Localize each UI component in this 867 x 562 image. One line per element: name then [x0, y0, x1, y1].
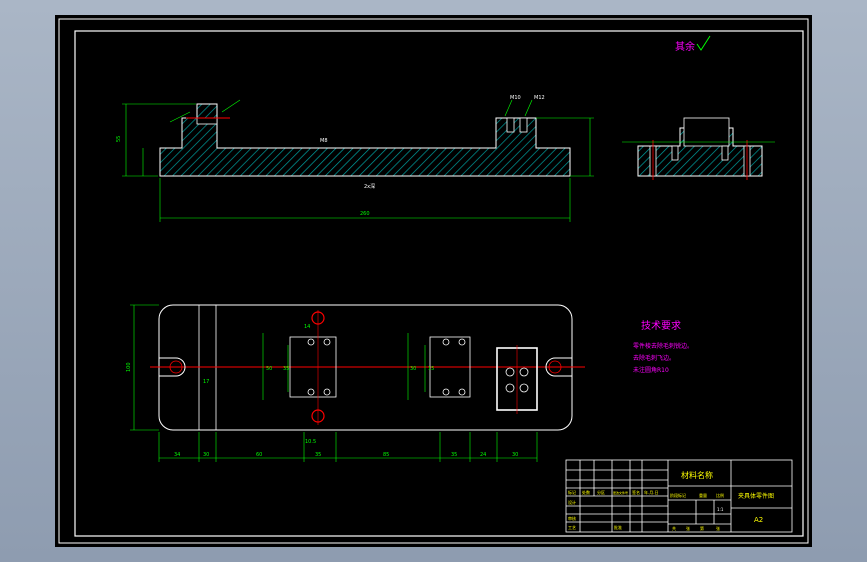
surface-finish-text: 其余 [675, 40, 695, 53]
tb-row-0: 标记 [568, 489, 576, 495]
tb-bottom-0: 共 [672, 525, 676, 531]
tb-approve: 批准 [614, 524, 622, 530]
drawing-sheet [55, 15, 812, 547]
front-note-3: M10 [510, 95, 521, 101]
front-slot-left [196, 117, 218, 125]
tech-item-1: 零件棱去除毛刺锐边。 [633, 342, 693, 350]
tb-col-4: 年.月.日 [644, 489, 659, 495]
plan-misc-label-2: 10.5 [305, 439, 316, 445]
tb-bottom-1: 张 [686, 525, 690, 531]
chain-label-2: 60 [256, 452, 262, 458]
chain-label-0: 34 [174, 452, 180, 458]
chain-label-7: 30 [512, 452, 518, 458]
tb-sheet-size: A2 [754, 516, 763, 524]
front-note-1: M8 [320, 138, 328, 144]
chain-label-3: 35 [315, 452, 321, 458]
front-bore-2 [519, 117, 528, 133]
chain-label-5: 35 [451, 452, 457, 458]
side-bore-2 [671, 145, 679, 161]
front-note-4: M12 [534, 95, 545, 101]
tb-row-3: 工艺 [568, 525, 576, 530]
front-note-2: 2x深 [364, 183, 375, 190]
tb-stage-label-2: 比例 [716, 492, 724, 498]
front-bore-1 [506, 117, 515, 133]
plan-dim-width-label: 100 [126, 362, 132, 372]
tb-col-0: 处数 [582, 489, 590, 495]
chain-label-4: 85 [383, 452, 389, 458]
tb-drawing-name: 夹具体零件图 [738, 492, 774, 500]
tech-item-2: 去除毛刺飞边。 [633, 354, 675, 362]
tb-stage-label-0: 阶段标记 [670, 492, 686, 498]
plan-vdim-label-3: 30 [410, 366, 416, 372]
tech-title: 技术要求 [641, 319, 681, 332]
chain-label-6: 24 [480, 452, 486, 458]
tb-bottom-2: 第 [700, 525, 704, 531]
tb-stage-label-1: 重量 [699, 492, 707, 498]
dim-height-label: 55 [116, 136, 122, 142]
chain-label-1: 30 [203, 452, 209, 458]
tb-scale: 1:1 [717, 507, 724, 512]
plan-misc-label-1: 17 [203, 379, 209, 385]
tb-row-2: 审核 [568, 515, 576, 521]
tb-row-1: 设计 [568, 499, 576, 505]
dim-length-label: 260 [360, 211, 370, 217]
tb-material-header: 材料名称 [681, 470, 713, 480]
side-bore-3 [721, 145, 729, 161]
plan-vdim-label-0: 14 [304, 324, 310, 330]
plan-vdim-label-2: 35 [283, 366, 289, 372]
plan-vdim-label-1: 50 [266, 366, 272, 372]
cad-viewport: 其余 55 260 M8 2x深 M10 M12 100 50 35 30 15… [0, 0, 867, 562]
tb-col-3: 签名 [632, 489, 640, 495]
tb-col-1: 分区 [597, 489, 605, 495]
tb-col-2: 更改文件号 [613, 490, 628, 495]
tech-item-3: 未注圆角R10 [633, 366, 669, 374]
tb-bottom-3: 张 [716, 525, 720, 531]
plan-vdim-label-4: 15 [428, 366, 434, 372]
